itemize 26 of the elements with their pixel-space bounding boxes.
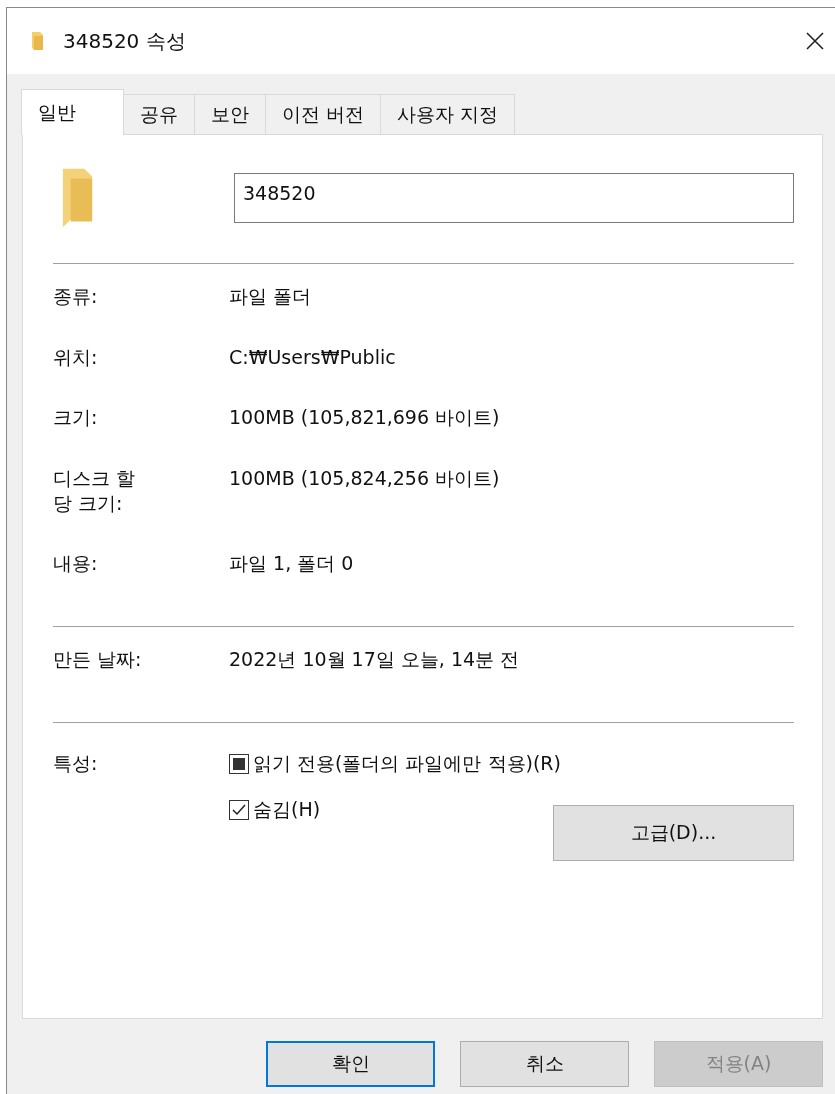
property-value: 2022년 10월 17일 오늘, 14분 전	[229, 647, 520, 672]
property-label: 만든 날짜:	[53, 647, 143, 672]
tab[interactable]: 일반	[21, 89, 124, 135]
property-value: C:₩Users₩Public	[229, 344, 396, 370]
property-label: 내용:	[53, 551, 99, 577]
dialog-button[interactable]: 취소	[460, 1041, 629, 1087]
tab[interactable]: 사용자 지정	[380, 94, 516, 134]
dialog-button[interactable]: 확인	[266, 1041, 435, 1087]
property-label: 디스크 할 당 크기:	[53, 466, 137, 516]
property-value: 파일 1, 폴더 0	[229, 551, 354, 577]
checkbox-label: 숨김(H)	[253, 796, 321, 822]
checkbox[interactable]	[229, 753, 249, 774]
property-label: 크기:	[53, 405, 99, 431]
close-icon[interactable]	[805, 31, 825, 51]
checkbox-label: 읽기 전용(폴더의 파일에만 적용)(R)	[253, 750, 561, 776]
property-label: 위치:	[53, 344, 99, 370]
property-value: 100MB (105,824,256 바이트)	[229, 466, 500, 491]
advanced-button[interactable]: 고급(D)...	[553, 804, 794, 861]
property-value: 파일 폴더	[229, 284, 312, 309]
property-label: 종류:	[53, 284, 99, 309]
checkbox[interactable]	[229, 799, 249, 820]
window-title: 348520 속성	[63, 27, 187, 55]
property-label: 특성:	[53, 750, 99, 776]
folder-icon	[31, 31, 45, 51]
property-value: 100MB (105,821,696 바이트)	[229, 405, 500, 431]
name-field[interactable]: 348520	[234, 173, 794, 223]
